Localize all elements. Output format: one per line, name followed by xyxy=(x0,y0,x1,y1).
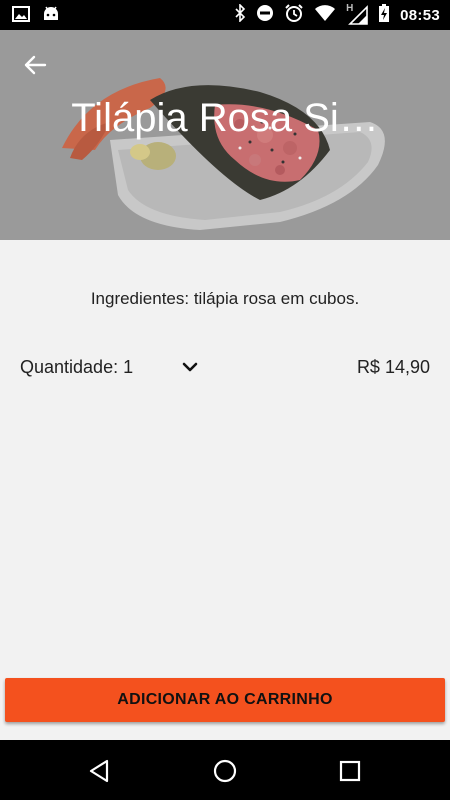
system-nav-bar xyxy=(0,740,450,800)
arrow-left-icon[interactable] xyxy=(20,50,50,80)
android-icon xyxy=(42,6,60,27)
wifi-icon xyxy=(314,4,336,27)
ingredients-text: Ingredientes: tilápia rosa em cubos. xyxy=(90,289,360,308)
home-circle-icon[interactable] xyxy=(212,758,238,784)
product-header: Tilápia Rosa Si… xyxy=(0,30,450,240)
product-price: R$ 14,90 xyxy=(356,357,430,377)
chevron-down-icon[interactable] xyxy=(178,355,202,379)
do-not-disturb-icon xyxy=(256,4,274,27)
recents-square-icon[interactable] xyxy=(337,758,363,784)
image-icon xyxy=(12,6,30,27)
battery-charging-icon xyxy=(378,3,390,28)
status-bar: H 08:53 xyxy=(0,0,450,30)
quantity-label[interactable]: Quantidade: 1 xyxy=(20,357,133,378)
add-to-cart-button[interactable]: ADICIONAR AO CARRINHO xyxy=(5,678,445,722)
hspa-signal-icon: H xyxy=(346,3,368,25)
back-triangle-icon[interactable] xyxy=(87,758,113,784)
alarm-icon xyxy=(284,3,304,28)
product-details: Ingredientes: tilápia rosa em cubos. Qua… xyxy=(0,240,450,740)
quantity-row: Quantidade: 1 R$ 14,90 xyxy=(20,357,430,381)
bluetooth-icon xyxy=(234,2,246,27)
product-title: Tilápia Rosa Si… xyxy=(71,96,379,140)
status-time: 08:53 xyxy=(400,6,440,24)
